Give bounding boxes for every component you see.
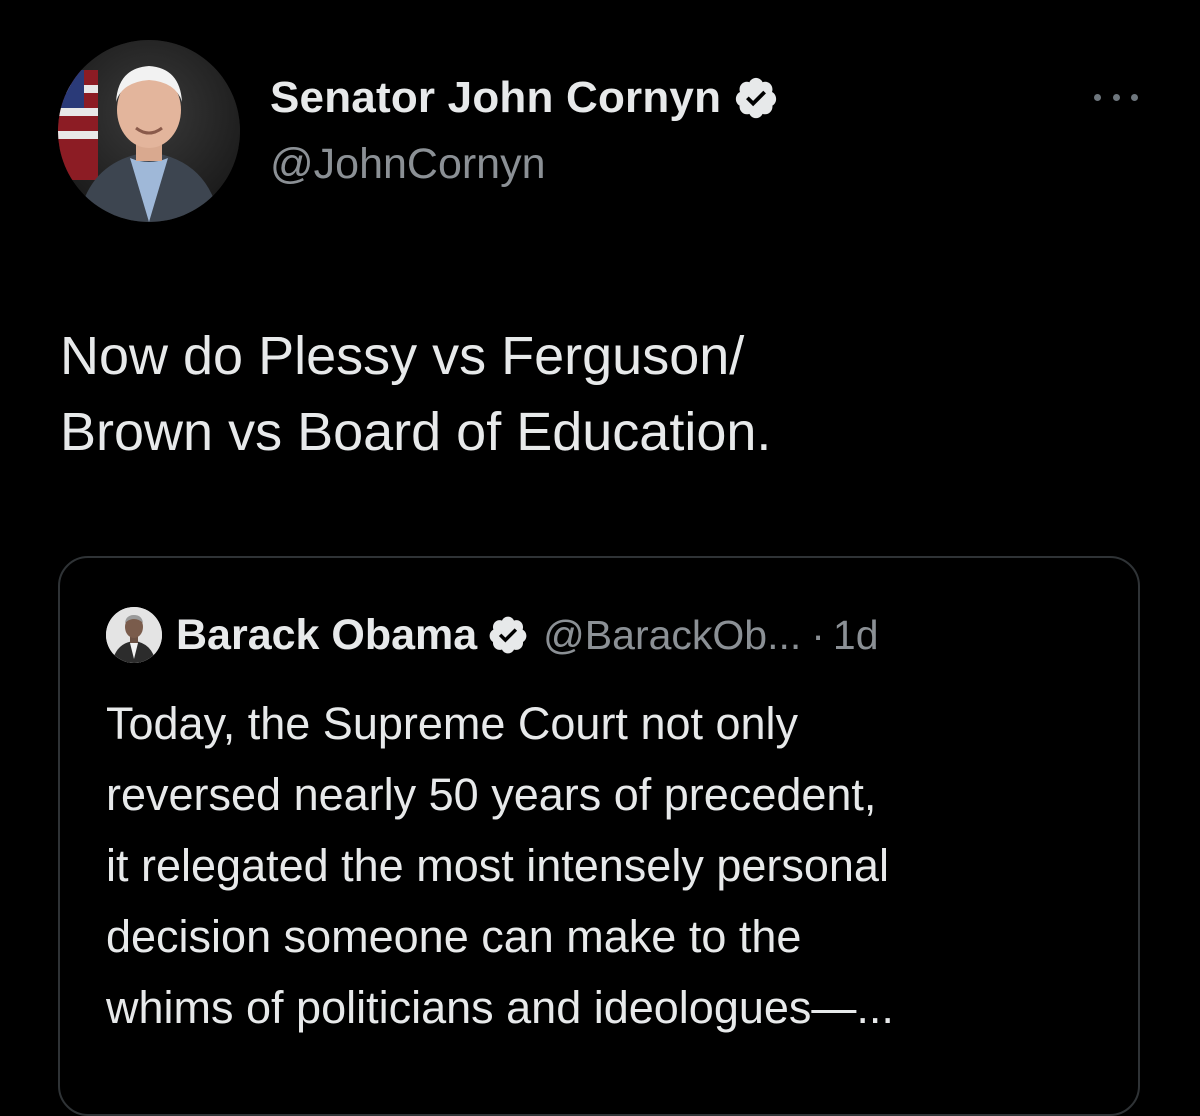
- quoted-tweet-timestamp[interactable]: 1d: [833, 612, 879, 659]
- more-options-icon[interactable]: [1094, 84, 1138, 110]
- author-name[interactable]: Senator John Cornyn: [270, 73, 721, 123]
- quoted-author-avatar: [106, 607, 162, 663]
- tweet-text-line: Brown vs Board of Education.: [60, 402, 772, 462]
- quoted-tweet-text: Today, the Supreme Court not only revers…: [106, 688, 1106, 1043]
- quoted-text-line: whims of politicians and ideologues—...: [106, 982, 894, 1033]
- quoted-text-line: decision someone can make to the: [106, 911, 802, 962]
- tweet[interactable]: Senator John Cornyn @JohnCornyn Now do P…: [0, 0, 1200, 1116]
- author-avatar[interactable]: [58, 40, 240, 222]
- quoted-text-line: Today, the Supreme Court not only: [106, 698, 799, 749]
- more-dot: [1131, 93, 1138, 101]
- quoted-text-line: it relegated the most intensely personal: [106, 840, 889, 891]
- verified-badge-icon: [487, 614, 529, 656]
- quoted-tweet-card[interactable]: Barack Obama @BarackOb... · 1d Today, th…: [58, 556, 1140, 1116]
- author-handle[interactable]: @JohnCornyn: [270, 140, 546, 189]
- separator-dot: ·: [811, 611, 825, 658]
- author-name-row[interactable]: Senator John Cornyn: [270, 70, 779, 126]
- quoted-tweet-header: Barack Obama @BarackOb... · 1d: [106, 604, 879, 666]
- verified-badge-icon: [733, 75, 779, 121]
- quoted-author-handle[interactable]: @BarackOb...: [543, 612, 801, 659]
- quoted-author-name[interactable]: Barack Obama: [176, 611, 477, 660]
- quoted-text-line: reversed nearly 50 years of precedent,: [106, 769, 877, 820]
- more-dot: [1094, 93, 1101, 101]
- tweet-text-line: Now do Plessy vs Ferguson/: [60, 326, 745, 386]
- more-dot: [1112, 93, 1120, 101]
- tweet-text: Now do Plessy vs Ferguson/ Brown vs Boar…: [60, 318, 1160, 470]
